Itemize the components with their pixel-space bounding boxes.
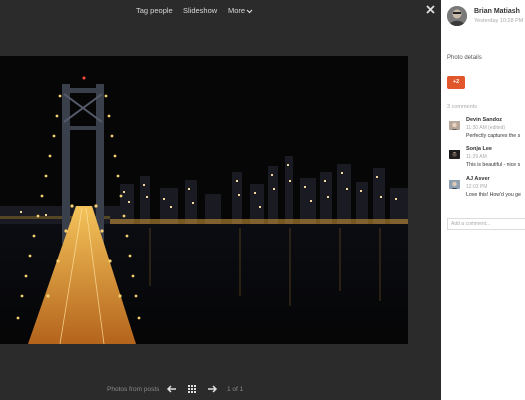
tag-people-button[interactable]: Tag people <box>136 6 173 15</box>
author-avatar[interactable] <box>447 6 467 26</box>
more-label: More <box>228 6 246 15</box>
details-panel: Brian Matiash Yesterday 10:28 PM Photo d… <box>441 0 525 400</box>
post-timestamp[interactable]: Yesterday 10:28 PM <box>474 18 523 24</box>
commenter-avatar[interactable] <box>449 148 460 159</box>
comment-text: Love this! How'd you ge <box>466 192 521 198</box>
comment-text: This is beautiful - nice s <box>466 162 521 168</box>
chevron-down-icon <box>246 9 253 13</box>
viewer-footer: Photos from posts 1 of 1 <box>0 380 441 400</box>
commenter-name[interactable]: AJ Asver <box>466 176 490 182</box>
commenter-avatar[interactable] <box>449 178 460 189</box>
plus-one-button[interactable]: +2 <box>447 76 465 89</box>
photo-viewer: Tag people Slideshow More Photos from po… <box>0 0 441 400</box>
commenter-name[interactable]: Sonja Lee <box>466 146 492 152</box>
comments-count: 3 comments <box>447 104 477 110</box>
commenter-avatar-image <box>449 121 460 130</box>
comment-time: 11:30 AM (edited) <box>466 125 506 131</box>
grid-icon[interactable] <box>186 383 198 395</box>
arrow-right-icon[interactable] <box>206 383 218 395</box>
author-avatar-image <box>447 6 467 26</box>
arrow-left-icon[interactable] <box>166 383 178 395</box>
comment-text: Perfectly captures the s <box>466 133 521 139</box>
slideshow-button[interactable]: Slideshow <box>183 6 217 15</box>
photo-details-link[interactable]: Photo details <box>447 55 482 61</box>
viewer-toolbar: Tag people Slideshow More <box>0 0 441 22</box>
comment-time: 11:29 AM <box>466 154 487 160</box>
night-bridge-photo <box>0 56 408 344</box>
commenter-avatar-image <box>449 180 460 189</box>
author-name[interactable]: Brian Matiash <box>474 8 520 15</box>
comment-time: 12:03 PM <box>466 184 488 190</box>
photo-image <box>0 56 408 344</box>
commenter-name[interactable]: Devin Sandoz <box>466 117 502 123</box>
photo-counter: 1 of 1 <box>227 386 244 393</box>
add-comment-input[interactable] <box>447 218 525 230</box>
album-label: Photos from posts <box>107 386 160 393</box>
close-icon[interactable] <box>425 4 436 15</box>
commenter-avatar-image <box>449 150 460 159</box>
more-menu-button[interactable]: More <box>228 6 253 15</box>
commenter-avatar[interactable] <box>449 119 460 130</box>
